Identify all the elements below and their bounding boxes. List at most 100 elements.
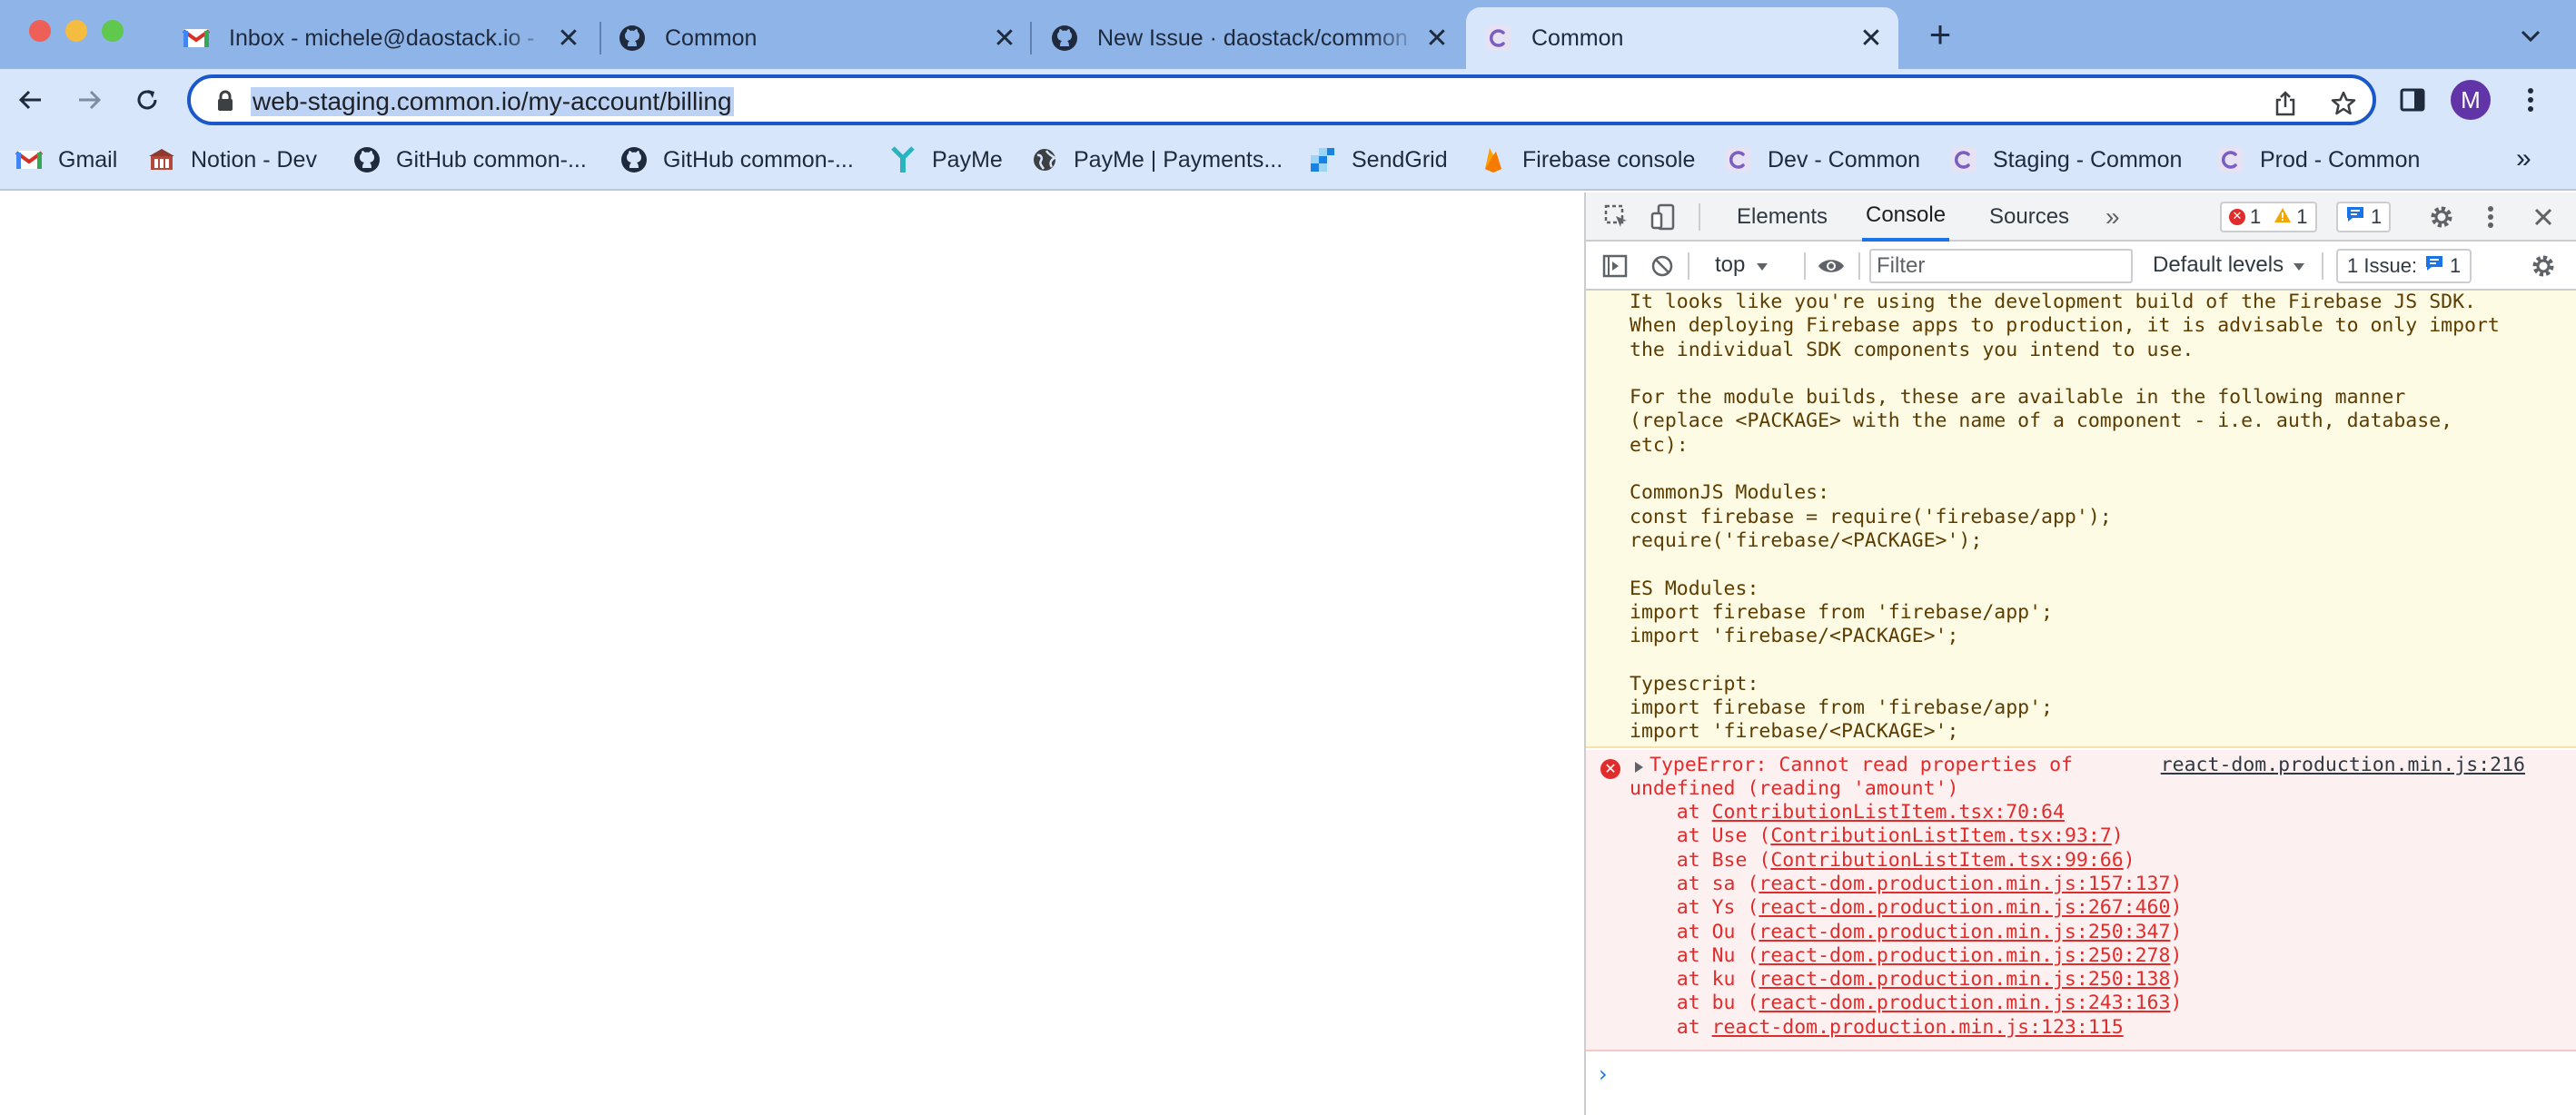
warning-triangle-icon xyxy=(2274,205,2292,229)
stack-source-link[interactable]: ContributionListItem.tsx:93:7 xyxy=(1770,824,2111,847)
clear-console-icon[interactable] xyxy=(1644,248,1680,284)
stack-source-link[interactable]: ContributionListItem.tsx:70:64 xyxy=(1712,801,2065,824)
window-close-button[interactable] xyxy=(29,20,51,42)
stack-frame: at sa (react-dom.production.min.js:157:1… xyxy=(1630,872,2183,895)
common-c-icon xyxy=(1484,24,1513,53)
stack-prefix: at xyxy=(1630,896,1712,920)
stack-frame: at bu (react-dom.production.min.js:243:1… xyxy=(1630,992,2183,1015)
new-tab-button[interactable]: + xyxy=(1920,13,1960,55)
close-icon[interactable]: ✕ xyxy=(1419,20,1455,56)
console-counts-badge[interactable]: ✕ 1 1 xyxy=(2220,202,2317,232)
stack-prefix: at xyxy=(1630,920,1712,943)
gmail-icon xyxy=(182,24,211,53)
error-source-link[interactable]: react-dom.production.min.js:216 xyxy=(2161,754,2525,777)
tab-title: New Issue · daostack/common xyxy=(1097,25,1408,51)
bookmark-star-icon[interactable] xyxy=(2325,85,2362,122)
github-icon xyxy=(618,24,647,53)
inspect-element-icon[interactable] xyxy=(1599,199,1635,235)
console-output: It looks like you're using the developme… xyxy=(1586,291,2576,1115)
messages-badge[interactable]: 1 xyxy=(2336,202,2392,232)
bookmark-firebase-console[interactable]: Firebase console xyxy=(1479,143,1695,176)
device-toolbar-icon[interactable] xyxy=(1646,199,1682,235)
console-toolbar: top Default levels 1 Issue: 1 xyxy=(1586,242,2576,291)
bookmark-dev-common[interactable]: Dev - Common xyxy=(1724,143,1920,176)
gear-icon[interactable] xyxy=(2525,248,2561,284)
error-circle-icon: ✕ xyxy=(2229,209,2245,225)
stack-prefix: at xyxy=(1630,968,1712,992)
window-zoom-button[interactable] xyxy=(102,20,124,42)
filter-input[interactable] xyxy=(1869,249,2133,283)
more-tabs-button[interactable]: » xyxy=(2102,192,2124,242)
message-icon xyxy=(2424,254,2444,278)
profile-avatar[interactable]: M xyxy=(2451,80,2491,120)
stack-frame: at Ys (react-dom.production.min.js:267:4… xyxy=(1630,896,2183,920)
reload-icon[interactable] xyxy=(125,78,169,122)
bookmark-sendgrid[interactable]: SendGrid xyxy=(1308,143,1448,176)
bookmarks-overflow-button[interactable]: » xyxy=(2516,143,2531,174)
kebab-menu-icon[interactable] xyxy=(2472,199,2509,235)
close-icon[interactable] xyxy=(2525,199,2561,235)
stack-source-link[interactable]: react-dom.production.min.js:267:460 xyxy=(1759,896,2170,919)
stack-source-link[interactable]: react-dom.production.min.js:157:137 xyxy=(1759,873,2170,895)
address-bar[interactable]: web-staging.common.io/my-account/billing xyxy=(187,74,2376,125)
lock-icon[interactable] xyxy=(216,90,234,116)
tab-common-github[interactable]: Common ✕ xyxy=(599,7,1032,69)
close-icon[interactable]: ✕ xyxy=(550,20,587,56)
bookmark-payme-payments[interactable]: PayMe | Payments... xyxy=(1030,143,1283,176)
bookmarks-bar: Gmail Notion - Dev GitHub common-... Git… xyxy=(0,131,2576,191)
window-minimize-button[interactable] xyxy=(65,20,87,42)
gear-icon[interactable] xyxy=(2423,199,2460,235)
side-panel-icon[interactable] xyxy=(2391,78,2434,122)
tab-inbox[interactable]: Inbox - michele@daostack.io - ✕ xyxy=(163,7,596,69)
tab-sources[interactable]: Sources xyxy=(1986,192,2073,242)
toolbar-divider xyxy=(1699,203,1700,231)
stack-source-link[interactable]: react-dom.production.min.js:243:163 xyxy=(1759,992,2170,1014)
stack-source-link[interactable]: react-dom.production.min.js:250:347 xyxy=(1759,921,2170,943)
stack-source-link[interactable]: react-dom.production.min.js:123:115 xyxy=(1712,1016,2124,1039)
share-icon[interactable] xyxy=(2267,85,2304,122)
stack-function: ku xyxy=(1711,968,1736,992)
bookmark-gmail[interactable]: Gmail xyxy=(15,143,117,176)
error-message-line2: undefined (reading 'amount') xyxy=(1630,777,1959,800)
payme-icon xyxy=(888,145,917,174)
bookmark-github-1[interactable]: GitHub common-... xyxy=(352,143,587,176)
sendgrid-icon xyxy=(1308,145,1337,174)
stack-prefix: at xyxy=(1630,848,1712,872)
console-prompt[interactable]: › xyxy=(1599,1062,1608,1087)
stack-frame: at ContributionListItem.tsx:70:64 xyxy=(1630,801,2065,824)
stack-function: Ys xyxy=(1711,896,1736,920)
browser-menu-icon[interactable] xyxy=(2509,78,2552,122)
stack-function: sa xyxy=(1711,872,1736,895)
url-text[interactable]: web-staging.common.io/my-account/billing xyxy=(251,87,734,116)
tab-console[interactable]: Console xyxy=(1862,192,1950,242)
common-c-icon xyxy=(2216,145,2245,174)
tab-search-chevron-icon[interactable] xyxy=(2512,18,2549,54)
bookmark-prod-common[interactable]: Prod - Common xyxy=(2216,143,2420,176)
devtools-tab-bar: Elements Console Sources » ✕ 1 1 1 xyxy=(1586,192,2576,242)
close-icon[interactable]: ✕ xyxy=(1853,20,1889,56)
console-error-message[interactable]: ✕ TypeError: Cannot read properties of r… xyxy=(1586,750,2576,1051)
tab-new-issue[interactable]: New Issue · daostack/common ✕ xyxy=(1032,7,1464,69)
stack-source-link[interactable]: react-dom.production.min.js:250:138 xyxy=(1759,968,2170,991)
tab-elements[interactable]: Elements xyxy=(1733,192,1831,242)
log-levels-dropdown[interactable]: Default levels xyxy=(2153,249,2305,281)
forward-arrow-icon[interactable] xyxy=(67,78,111,122)
stack-source-link[interactable]: ContributionListItem.tsx:99:66 xyxy=(1770,849,2123,872)
stack-prefix: at xyxy=(1630,943,1712,967)
back-arrow-icon[interactable] xyxy=(9,78,53,122)
bookmark-notion-dev[interactable]: Notion - Dev xyxy=(147,143,317,176)
bookmark-github-2[interactable]: GitHub common-... xyxy=(619,143,854,176)
context-select[interactable]: top xyxy=(1715,249,1769,281)
bookmark-staging-common[interactable]: Staging - Common xyxy=(1949,143,2182,176)
issues-button[interactable]: 1 Issue: 1 xyxy=(2336,249,2472,283)
stack-source-link[interactable]: react-dom.production.min.js:250:278 xyxy=(1759,944,2170,967)
bookmark-payme[interactable]: PayMe xyxy=(888,143,1003,176)
eye-icon[interactable] xyxy=(1813,248,1849,284)
devtools-panel: Elements Console Sources » ✕ 1 1 1 top F… xyxy=(1584,192,2576,1115)
close-icon[interactable]: ✕ xyxy=(986,20,1023,56)
console-warning-message[interactable]: It looks like you're using the developme… xyxy=(1586,291,2576,748)
dropdown-arrow-icon xyxy=(2293,252,2305,278)
tab-common-active[interactable]: Common ✕ xyxy=(1466,7,1898,69)
sidebar-toggle-icon[interactable] xyxy=(1597,248,1633,284)
globe-icon xyxy=(1030,145,1059,174)
